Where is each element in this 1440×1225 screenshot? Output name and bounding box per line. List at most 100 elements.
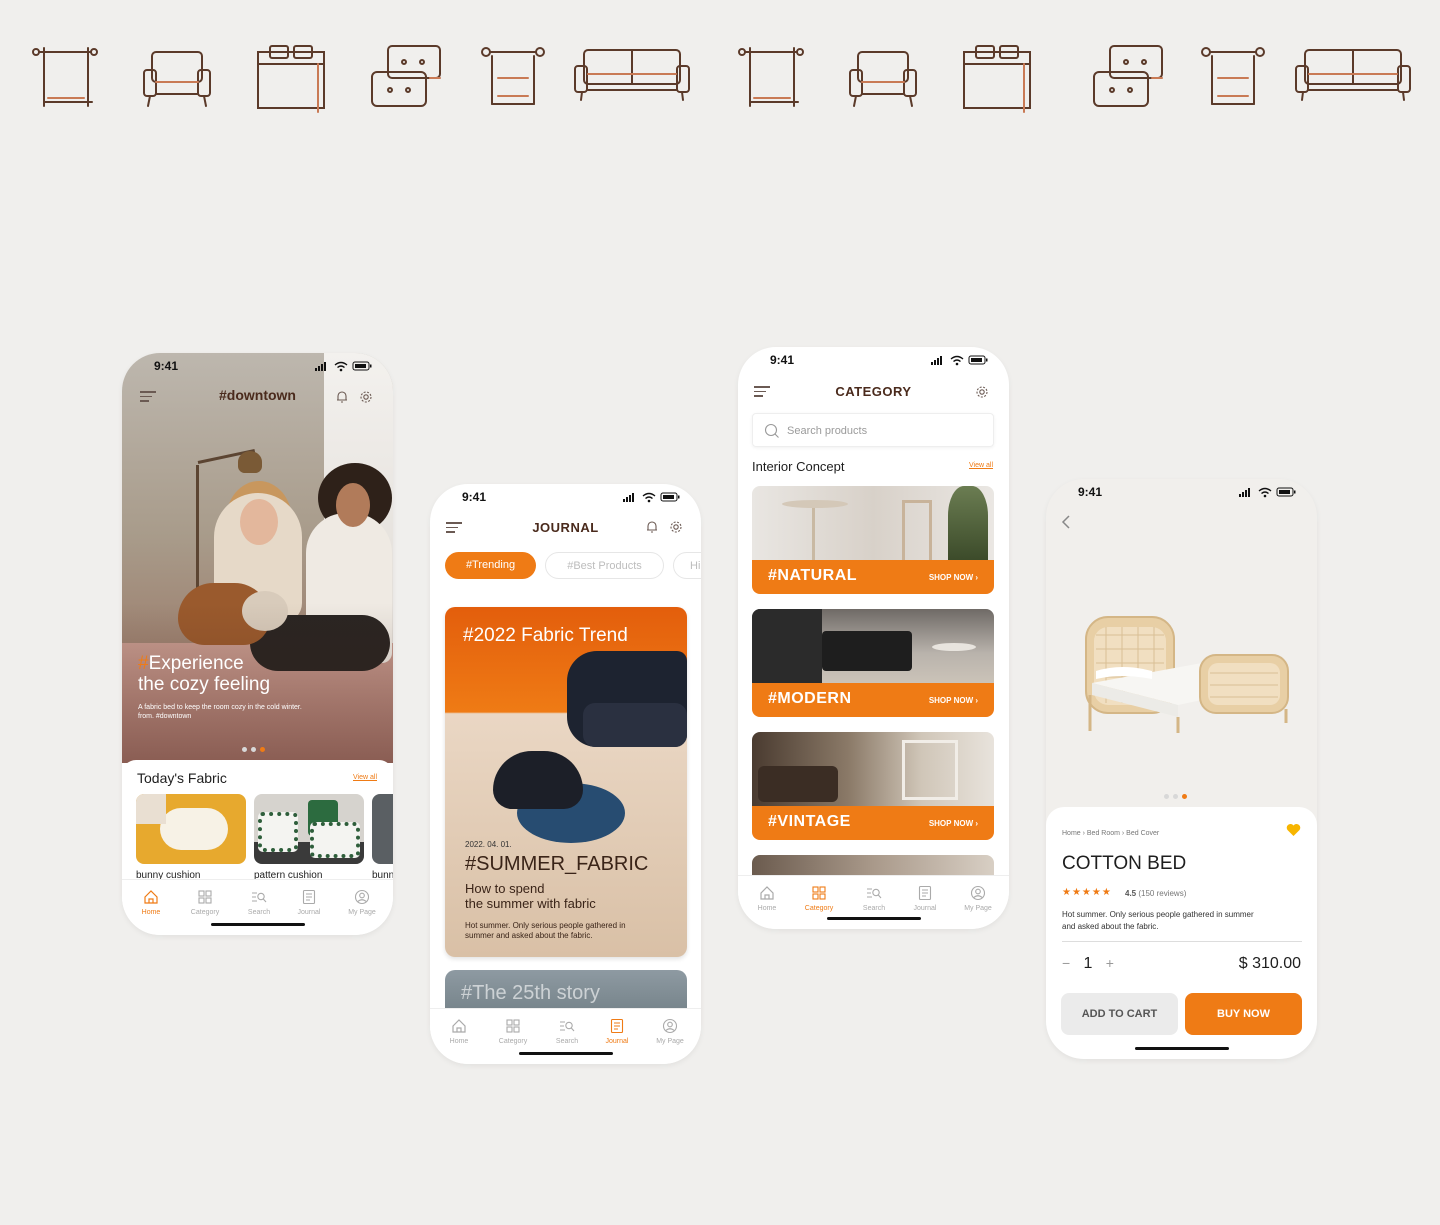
add-to-cart-button[interactable]: ADD TO CART	[1061, 993, 1178, 1035]
home-indicator	[826, 917, 921, 920]
journal-card-featured[interactable]: #2022 Fabric Trend 2022. 04. 01. #SUMMER…	[445, 607, 687, 957]
heart-icon[interactable]	[1286, 823, 1301, 837]
chip-more[interactable]: Hi	[673, 552, 701, 579]
buy-now-button[interactable]: BUY NOW	[1185, 993, 1302, 1035]
journal-icon	[610, 1018, 624, 1034]
search-input[interactable]	[787, 422, 977, 439]
tab-journal[interactable]: Journal	[590, 1009, 644, 1057]
tab-home[interactable]: Home	[740, 876, 794, 924]
tab-my-page[interactable]: My Page	[335, 880, 389, 928]
status-bar: 9:41	[430, 484, 701, 510]
card-headline: #SUMMER_FABRIC	[465, 853, 649, 875]
product-image	[1085, 616, 1289, 733]
grid-icon	[198, 890, 212, 904]
tab-search[interactable]: Search	[540, 1009, 594, 1057]
hero-banner[interactable]: #Experience the cozy feeling A fabric be…	[122, 353, 393, 763]
home-indicator	[1134, 1047, 1229, 1050]
tab-bar: Home Category Search Journal My Page	[738, 875, 1009, 929]
bell-icon[interactable]	[645, 520, 659, 534]
furniture-icon-strip	[0, 38, 1440, 116]
concept-card-vintage[interactable]: #VINTAGE SHOP NOW ›	[752, 732, 994, 840]
view-all-link[interactable]: View all	[353, 774, 377, 781]
concept-card-modern[interactable]: #MODERN SHOP NOW ›	[752, 609, 994, 717]
tab-home[interactable]: Home	[432, 1009, 486, 1057]
tab-category[interactable]: Category	[486, 1009, 540, 1057]
concept-card-natural[interactable]: #NATURAL SHOP NOW ›	[752, 486, 994, 594]
grid-icon	[506, 1019, 520, 1033]
hero-description: A fabric bed to keep the room cozy in th…	[138, 704, 302, 720]
rating-text: 4.5 (150 reviews)	[1125, 889, 1187, 898]
card-subtitle: How to spend the summer with fabric	[465, 881, 596, 911]
armchair-frame-icon	[736, 38, 806, 110]
card-description: Hot summer. Only serious people gathered…	[465, 921, 626, 940]
page-title: CATEGORY	[835, 384, 912, 399]
status-bar: 9:41	[122, 353, 393, 379]
status-bar: 9:41	[738, 347, 1009, 373]
view-all-link[interactable]: View all	[969, 462, 993, 469]
card-date: 2022. 04. 01.	[465, 840, 512, 849]
concept-label: #NATURAL	[768, 567, 858, 584]
concept-label: #VINTAGE	[768, 813, 851, 830]
hero-title: #Experience the cozy feeling	[138, 653, 271, 695]
product-description: Hot summer. Only serious people gathered…	[1062, 910, 1254, 931]
signal-wifi-battery-icon	[931, 355, 988, 366]
tab-bar: Home Category Search Journal My Page	[430, 1008, 701, 1064]
home-icon	[760, 886, 774, 900]
search-list-icon	[560, 1021, 575, 1032]
product-image	[254, 794, 364, 864]
bed-icon	[254, 38, 330, 114]
armchair-icon	[846, 38, 920, 110]
gear-icon[interactable]	[359, 390, 373, 404]
breadcrumb[interactable]: Home › Bed Room › Bed Cover	[1062, 830, 1159, 837]
product-card[interactable]: pattern cushion	[254, 794, 364, 881]
chip-trending[interactable]: #Trending	[445, 552, 536, 579]
plus-button[interactable]: +	[1106, 955, 1114, 971]
gear-icon[interactable]	[975, 385, 989, 399]
gear-icon[interactable]	[669, 520, 683, 534]
armchair-frame-icon	[30, 38, 100, 110]
search-bar	[752, 413, 994, 447]
section-title: Today's Fabric	[137, 770, 227, 786]
concept-image	[752, 486, 994, 560]
rating-stars: ★★★★★	[1062, 887, 1112, 898]
product-card[interactable]: bunny cushion	[136, 794, 246, 881]
curtain-rod-icon	[478, 38, 548, 110]
journal-screen: 9:41 JOURNAL #Trending #Best Products Hi…	[430, 484, 701, 1064]
cushions-icon	[368, 38, 446, 110]
tab-home[interactable]: Home	[124, 880, 178, 928]
home-screen: #Experience the cozy feeling A fabric be…	[122, 353, 393, 935]
tab-category[interactable]: Category	[178, 880, 232, 928]
status-bar: 9:41	[1046, 479, 1317, 505]
journal-icon	[302, 889, 316, 905]
sofa-icon	[572, 38, 692, 104]
concept-label: #MODERN	[768, 690, 852, 707]
home-icon	[144, 890, 158, 904]
product-name: COTTON BED	[1062, 853, 1187, 874]
search-icon	[764, 423, 779, 438]
minus-button[interactable]: −	[1062, 955, 1070, 971]
product-card[interactable]: bunny	[372, 794, 393, 881]
back-arrow-icon[interactable]	[1060, 515, 1072, 529]
tab-search[interactable]: Search	[232, 880, 286, 928]
carousel-dots[interactable]	[242, 739, 269, 757]
signal-wifi-battery-icon	[315, 361, 372, 372]
todays-fabric-section: Today's Fabric View all bunny cushion pa…	[122, 760, 393, 890]
product-info-sheet: Home › Bed Room › Bed Cover COTTON BED ★…	[1046, 807, 1317, 1059]
tab-my-page[interactable]: My Page	[951, 876, 1005, 924]
sofa-icon	[1293, 38, 1413, 104]
tab-my-page[interactable]: My Page	[643, 1009, 697, 1057]
journal-icon	[918, 885, 932, 901]
bell-icon[interactable]	[335, 390, 349, 404]
card-title: #2022 Fabric Trend	[463, 625, 628, 646]
product-image	[136, 794, 246, 864]
shop-now-link: SHOP NOW ›	[928, 819, 978, 828]
section-title: Interior Concept	[752, 459, 845, 474]
chip-best-products[interactable]: #Best Products	[545, 552, 664, 579]
user-icon	[970, 885, 986, 901]
curtain-rod-icon	[1198, 38, 1268, 110]
shop-now-link: SHOP NOW ›	[928, 573, 978, 582]
tab-journal[interactable]: Journal	[282, 880, 336, 928]
grid-icon	[812, 886, 826, 900]
carousel-dots[interactable]	[1164, 786, 1191, 804]
home-indicator	[210, 923, 305, 926]
